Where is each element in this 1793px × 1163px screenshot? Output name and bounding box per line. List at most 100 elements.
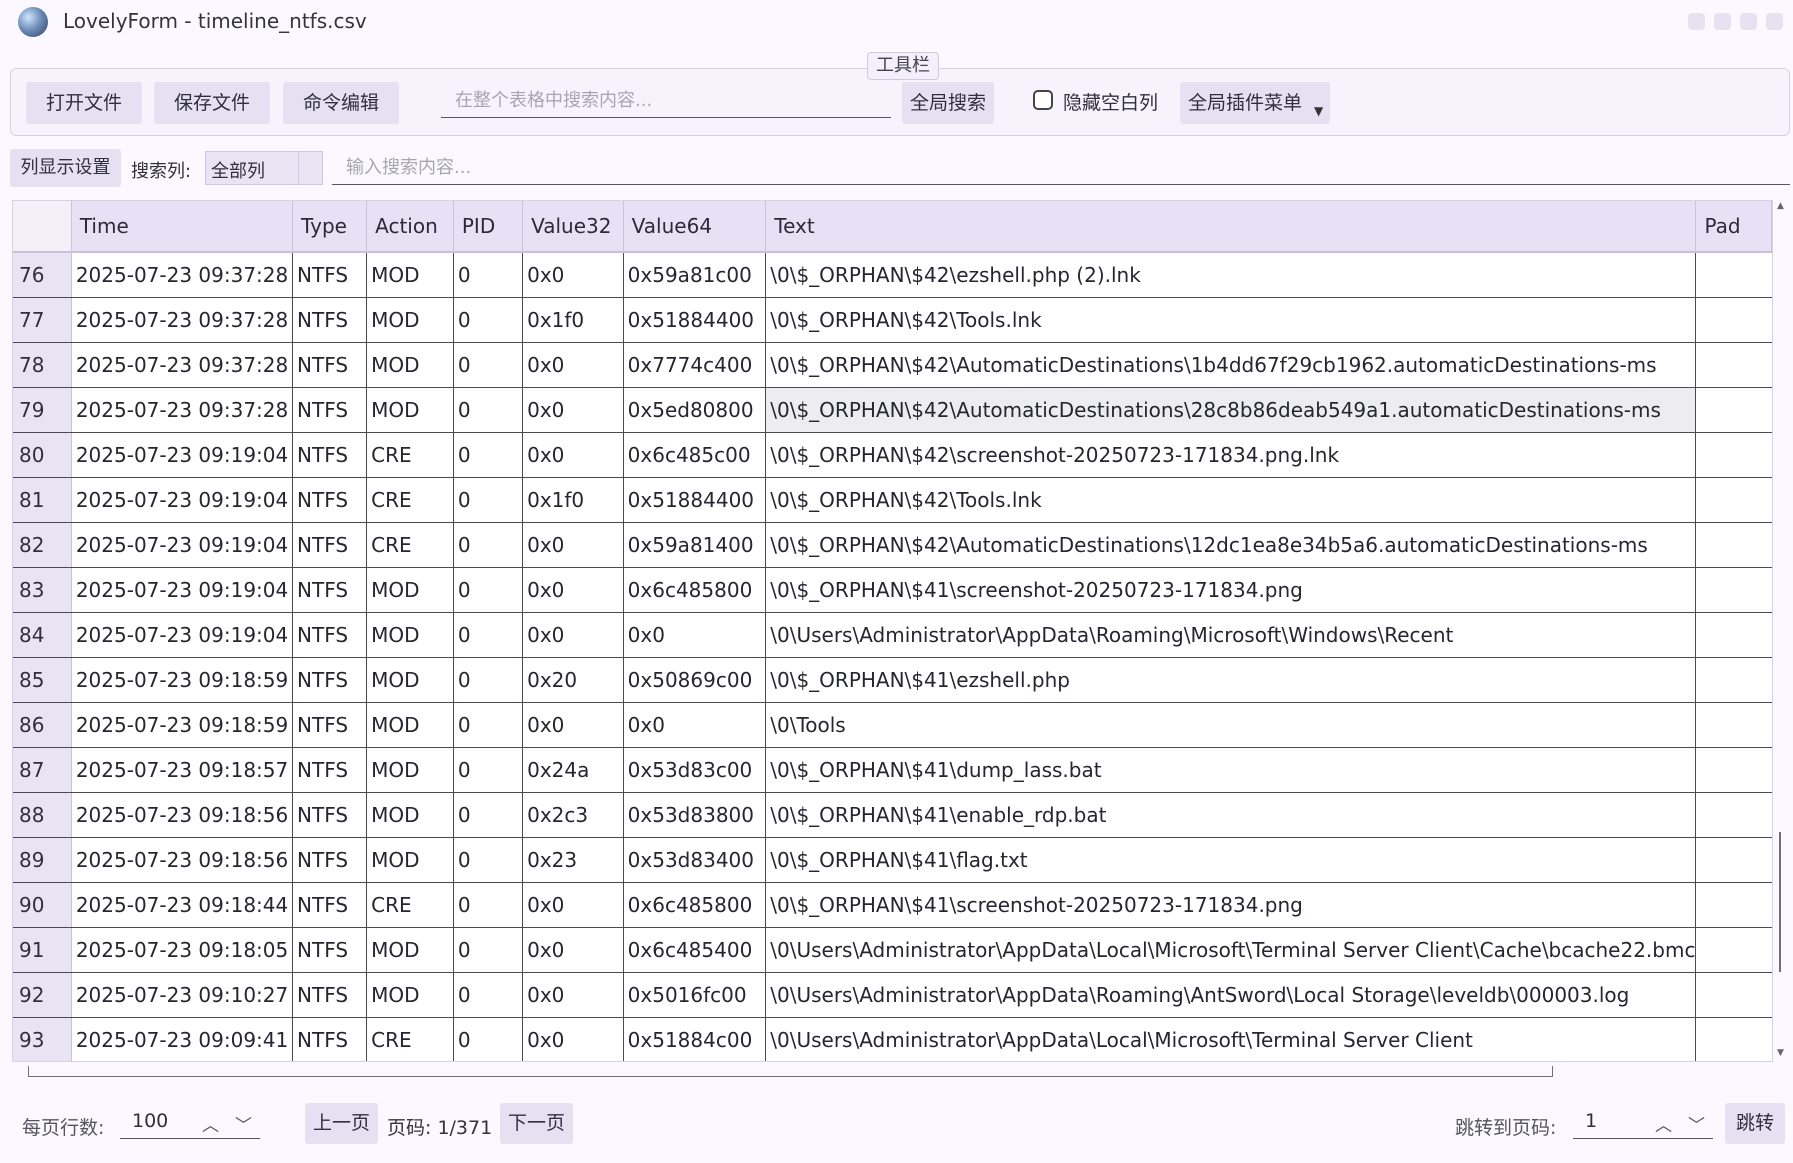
value64-cell[interactable]: 0x7774c400 bbox=[623, 342, 767, 388]
text-cell[interactable]: \0\$_ORPHAN\$42\Tools.lnk bbox=[765, 477, 1697, 523]
pid-cell[interactable]: 0 bbox=[453, 882, 524, 928]
plugin-menu-button[interactable]: 全局插件菜单 bbox=[1180, 82, 1330, 124]
pid-cell[interactable]: 0 bbox=[453, 792, 524, 838]
pid-cell[interactable]: 0 bbox=[453, 342, 524, 388]
pad-cell[interactable] bbox=[1695, 837, 1772, 883]
pid-cell[interactable]: 0 bbox=[453, 1017, 524, 1061]
column-header-text[interactable]: Text bbox=[765, 201, 1697, 253]
text-cell[interactable]: \0\Users\Administrator\AppData\Roaming\M… bbox=[765, 612, 1697, 658]
value64-cell[interactable]: 0x6c485400 bbox=[623, 927, 767, 973]
pad-cell[interactable] bbox=[1695, 702, 1772, 748]
pid-cell[interactable]: 0 bbox=[453, 297, 524, 343]
time-cell[interactable]: 2025-07-23 09:19:04 bbox=[71, 522, 294, 568]
time-cell[interactable]: 2025-07-23 09:19:04 bbox=[71, 567, 294, 613]
horizontal-scrollbar[interactable] bbox=[12, 1062, 1773, 1078]
text-cell[interactable]: \0\$_ORPHAN\$41\screenshot-20250723-1718… bbox=[765, 567, 1697, 613]
text-cell[interactable]: \0\Users\Administrator\AppData\Roaming\A… bbox=[765, 972, 1697, 1018]
action-cell[interactable]: MOD bbox=[366, 792, 454, 838]
type-cell[interactable]: NTFS bbox=[292, 747, 368, 793]
action-cell[interactable]: MOD bbox=[366, 297, 454, 343]
pad-cell[interactable] bbox=[1695, 972, 1772, 1018]
time-cell[interactable]: 2025-07-23 09:18:56 bbox=[71, 792, 294, 838]
table-row[interactable]: 90 2025-07-23 09:18:44 NTFS CRE 0 0x0 0x6c4858… bbox=[13, 882, 1772, 928]
value32-cell[interactable]: 0x0 bbox=[522, 702, 624, 748]
table-row[interactable]: 87 2025-07-23 09:18:57 NTFS MOD 0 0x24a 0x53d8… bbox=[13, 747, 1772, 793]
rows-per-page-spinner[interactable]: 100 ︿ ﹀ bbox=[120, 1109, 260, 1139]
jump-button[interactable]: 跳转 bbox=[1725, 1103, 1785, 1144]
column-header-type[interactable]: Type bbox=[292, 201, 368, 253]
value64-cell[interactable]: 0x6c485800 bbox=[623, 567, 767, 613]
type-cell[interactable]: NTFS bbox=[292, 612, 368, 658]
time-cell[interactable]: 2025-07-23 09:19:04 bbox=[71, 612, 294, 658]
text-cell[interactable]: \0\$_ORPHAN\$41\dump_lass.bat bbox=[765, 747, 1697, 793]
pad-cell[interactable] bbox=[1695, 747, 1772, 793]
value32-cell[interactable]: 0x0 bbox=[522, 927, 624, 973]
value32-cell[interactable]: 0x24a bbox=[522, 747, 624, 793]
pad-cell[interactable] bbox=[1695, 792, 1772, 838]
text-cell[interactable]: \0\$_ORPHAN\$41\ezshell.php bbox=[765, 657, 1697, 703]
value64-cell[interactable]: 0x51884c00 bbox=[623, 1017, 767, 1061]
spin-up-icon[interactable]: ︿ bbox=[202, 1111, 219, 1136]
type-cell[interactable]: NTFS bbox=[292, 657, 368, 703]
pad-cell[interactable] bbox=[1695, 477, 1772, 523]
value32-cell[interactable]: 0x20 bbox=[522, 657, 624, 703]
value64-cell[interactable]: 0x51884400 bbox=[623, 297, 767, 343]
action-cell[interactable]: CRE bbox=[366, 1017, 454, 1061]
pid-cell[interactable]: 0 bbox=[453, 387, 524, 433]
type-cell[interactable]: NTFS bbox=[292, 1017, 368, 1061]
pad-cell[interactable] bbox=[1695, 1017, 1772, 1061]
time-cell[interactable]: 2025-07-23 09:19:04 bbox=[71, 432, 294, 478]
action-cell[interactable]: MOD bbox=[366, 567, 454, 613]
hide-empty-columns-checkbox[interactable] bbox=[1033, 90, 1053, 110]
value64-cell[interactable]: 0x6c485800 bbox=[623, 882, 767, 928]
pid-cell[interactable]: 0 bbox=[453, 972, 524, 1018]
pid-cell[interactable]: 0 bbox=[453, 477, 524, 523]
pad-cell[interactable] bbox=[1695, 612, 1772, 658]
action-cell[interactable]: MOD bbox=[366, 252, 454, 298]
type-cell[interactable]: NTFS bbox=[292, 477, 368, 523]
type-cell[interactable]: NTFS bbox=[292, 972, 368, 1018]
value32-cell[interactable]: 0x0 bbox=[522, 972, 624, 1018]
value32-cell[interactable]: 0x1f0 bbox=[522, 477, 624, 523]
text-cell[interactable]: \0\$_ORPHAN\$42\AutomaticDestinations\28… bbox=[765, 387, 1697, 433]
text-cell[interactable]: \0\$_ORPHAN\$42\screenshot-20250723-1718… bbox=[765, 432, 1697, 478]
pid-cell[interactable]: 0 bbox=[453, 702, 524, 748]
action-cell[interactable]: CRE bbox=[366, 477, 454, 523]
type-cell[interactable]: NTFS bbox=[292, 522, 368, 568]
column-header-time[interactable]: Time bbox=[71, 201, 294, 253]
minimize-button[interactable] bbox=[1688, 13, 1705, 30]
time-cell[interactable]: 2025-07-23 09:37:28 bbox=[71, 387, 294, 433]
pid-cell[interactable]: 0 bbox=[453, 252, 524, 298]
global-search-button[interactable]: 全局搜索 bbox=[902, 82, 994, 124]
open-file-button[interactable]: 打开文件 bbox=[26, 82, 142, 124]
value32-cell[interactable]: 0x0 bbox=[522, 432, 624, 478]
value32-cell[interactable]: 0x2c3 bbox=[522, 792, 624, 838]
type-cell[interactable]: NTFS bbox=[292, 432, 368, 478]
prev-page-button[interactable]: 上一页 bbox=[305, 1103, 378, 1144]
table-row[interactable]: 82 2025-07-23 09:19:04 NTFS CRE 0 0x0 0x59a814… bbox=[13, 522, 1772, 568]
text-cell[interactable]: \0\Tools bbox=[765, 702, 1697, 748]
table-row[interactable]: 77 2025-07-23 09:37:28 NTFS MOD 0 0x1f0 0x5188… bbox=[13, 297, 1772, 343]
value64-cell[interactable]: 0x51884400 bbox=[623, 477, 767, 523]
value64-cell[interactable]: 0x6c485c00 bbox=[623, 432, 767, 478]
column-settings-button[interactable]: 列显示设置 bbox=[10, 149, 121, 187]
table-row[interactable]: 91 2025-07-23 09:18:05 NTFS MOD 0 0x0 0x6c4854… bbox=[13, 927, 1772, 973]
value32-cell[interactable]: 0x0 bbox=[522, 387, 624, 433]
pad-cell[interactable] bbox=[1695, 657, 1772, 703]
value32-cell[interactable]: 0x0 bbox=[522, 342, 624, 388]
text-cell[interactable]: \0\$_ORPHAN\$41\screenshot-20250723-1718… bbox=[765, 882, 1697, 928]
scroll-down-icon[interactable]: ▼ bbox=[1777, 1048, 1784, 1058]
value64-cell[interactable]: 0x0 bbox=[623, 702, 767, 748]
next-page-button[interactable]: 下一页 bbox=[500, 1103, 573, 1144]
value32-cell[interactable]: 0x0 bbox=[522, 252, 624, 298]
value64-cell[interactable]: 0x59a81400 bbox=[623, 522, 767, 568]
time-cell[interactable]: 2025-07-23 09:18:59 bbox=[71, 657, 294, 703]
table-row[interactable]: 86 2025-07-23 09:18:59 NTFS MOD 0 0x0 0x0 \0\To… bbox=[13, 702, 1772, 748]
time-cell[interactable]: 2025-07-23 09:18:44 bbox=[71, 882, 294, 928]
column-header-pid[interactable]: PID bbox=[453, 201, 524, 253]
type-cell[interactable]: NTFS bbox=[292, 297, 368, 343]
column-header-value64[interactable]: Value64 bbox=[623, 201, 767, 253]
horizontal-scroll-thumb[interactable] bbox=[28, 1076, 1553, 1077]
table-row[interactable]: 89 2025-07-23 09:18:56 NTFS MOD 0 0x23 0x53d83… bbox=[13, 837, 1772, 883]
text-cell[interactable]: \0\$_ORPHAN\$42\Tools.lnk bbox=[765, 297, 1697, 343]
